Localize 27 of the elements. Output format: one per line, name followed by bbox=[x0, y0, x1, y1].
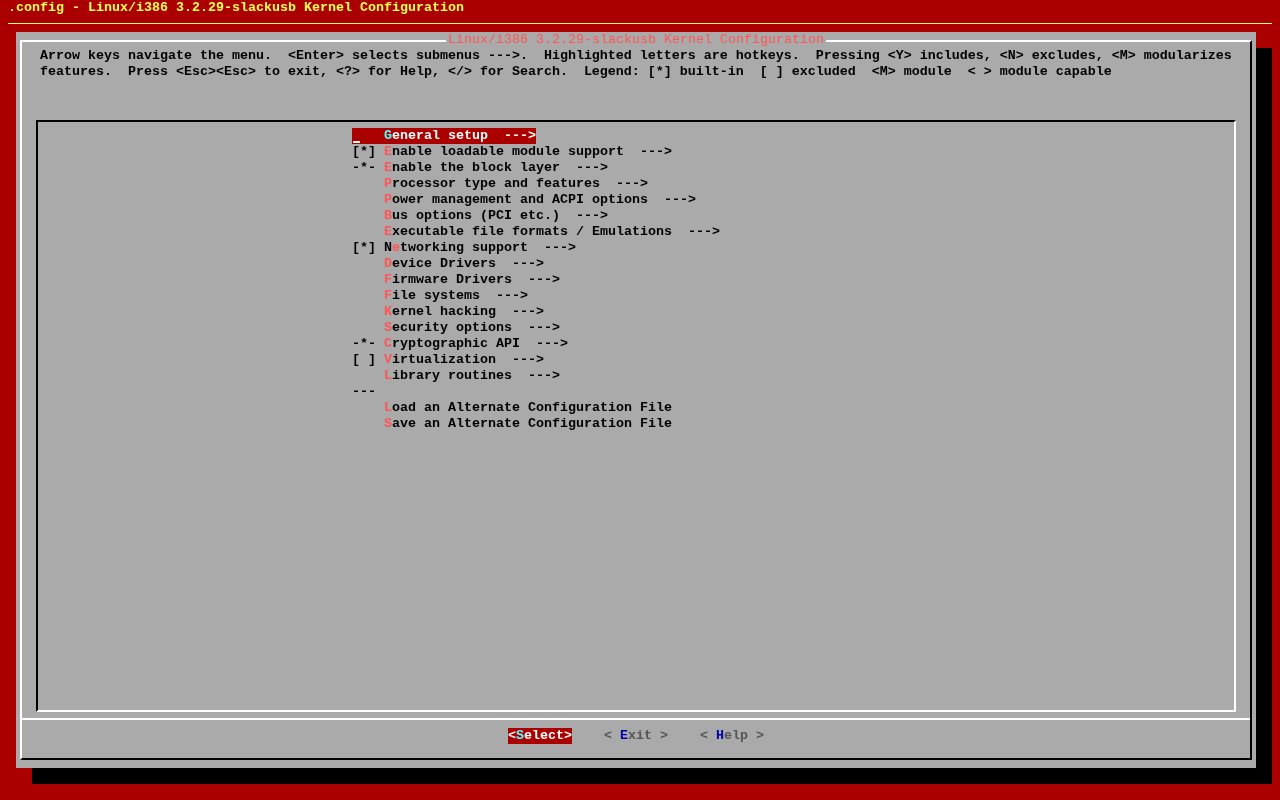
menu-item[interactable]: Security options ---> bbox=[352, 320, 560, 336]
menu-item[interactable]: Kernel hacking ---> bbox=[352, 304, 544, 320]
menu-item[interactable]: Executable file formats / Emulations ---> bbox=[352, 224, 720, 240]
menu-item[interactable]: Load an Alternate Configuration File bbox=[352, 400, 672, 416]
menu-item[interactable]: Library routines ---> bbox=[352, 368, 560, 384]
dialog-button[interactable]: < Exit > bbox=[604, 728, 668, 744]
dialog-button[interactable]: < Help > bbox=[700, 728, 764, 744]
dialog-title: Linux/i386 3.2.29-slackusb Kernel Configuration bbox=[446, 32, 826, 48]
help-text: features. Press <Esc><Esc> to exit, <?> for Help, </> for Search. Legend: [*] built-in [ ] excluded <M> module < > module capable bbox=[40, 64, 1112, 80]
menu-item[interactable]: [ ] Virtualization ---> bbox=[352, 352, 544, 368]
menu-item[interactable]: Save an Alternate Configuration File bbox=[352, 416, 672, 432]
menu-item[interactable]: Device Drivers ---> bbox=[352, 256, 544, 272]
menu-item[interactable]: -*- Cryptographic API ---> bbox=[352, 336, 568, 352]
menu-item[interactable]: [*] Enable loadable module support ---> bbox=[352, 144, 672, 160]
menu-separator: --- bbox=[352, 384, 376, 400]
dialog-button[interactable]: <Select> bbox=[508, 728, 572, 744]
menu-item[interactable]: General setup ---> bbox=[352, 128, 536, 144]
menu-item[interactable]: Power management and ACPI options ---> bbox=[352, 192, 696, 208]
menu-item[interactable]: File systems ---> bbox=[352, 288, 528, 304]
menu-item[interactable]: Bus options (PCI etc.) ---> bbox=[352, 208, 608, 224]
menu-item[interactable]: [*] Networking support ---> bbox=[352, 240, 576, 256]
help-text: Arrow keys navigate the menu. <Enter> selects submenus --->. Highlighted letters are hotkeys. Pressing <Y> includes, <N> excludes, <M> modularizes bbox=[40, 48, 1232, 64]
menu-item[interactable]: Processor type and features ---> bbox=[352, 176, 648, 192]
menu-item[interactable]: Firmware Drivers ---> bbox=[352, 272, 560, 288]
menu-item[interactable]: -*- Enable the block layer ---> bbox=[352, 160, 608, 176]
text-cursor bbox=[353, 141, 360, 143]
window-title: .config - Linux/i386 3.2.29-slackusb Kernel Configuration bbox=[7, 0, 464, 16]
